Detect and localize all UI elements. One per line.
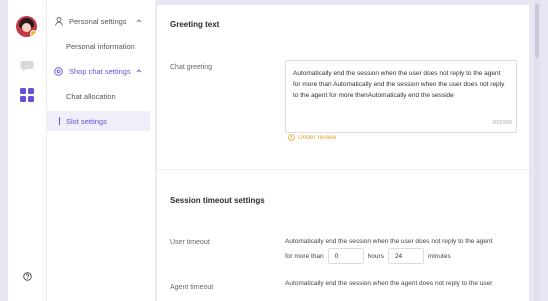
shop-settings-icon	[54, 66, 63, 76]
chat-greeting-textarea[interactable]: Automatically end the session when the u…	[285, 60, 517, 133]
sidebar-item-label: Chat allocation	[66, 91, 116, 101]
minutes-label: minutes	[427, 252, 451, 260]
scrollbar[interactable]	[534, 0, 540, 301]
sidebar-item-label: Slot settings	[66, 116, 107, 126]
chat-greeting-text: Automatically end the session when the u…	[293, 70, 505, 99]
chevron-up-icon	[135, 67, 143, 75]
apps-icon[interactable]	[18, 86, 36, 104]
scrollbar-thumb[interactable]	[535, 4, 539, 58]
sidebar-group-shop-chat-settings[interactable]: Shop chat settings	[47, 61, 155, 81]
chevron-up-icon	[135, 17, 143, 25]
timeout-section-title: Session timeout settings	[170, 196, 265, 205]
hours-input[interactable]: 0	[327, 248, 364, 264]
help-icon[interactable]	[19, 268, 35, 284]
avatar[interactable]	[16, 16, 37, 37]
sidebar-item-slot-settings[interactable]: Slot settings	[47, 111, 150, 131]
agent-timeout-description: Automatically end the session when the a…	[285, 280, 493, 287]
chat-icon[interactable]	[19, 58, 35, 74]
sidebar-item-personal-information[interactable]: Personal information	[47, 36, 150, 56]
user-timeout-controls: for more than 0 hours 24 minutes	[285, 248, 451, 264]
chat-greeting-label: Chat greeting	[170, 64, 213, 71]
review-status-text: Under review	[298, 134, 337, 141]
sidebar-group-personal-settings[interactable]: Personal settings	[47, 11, 155, 31]
sidebar-item-label: Personal information	[66, 41, 135, 51]
status-dot	[30, 30, 37, 37]
minutes-value: 24	[394, 252, 403, 260]
user-timeout-label: User timeout	[170, 239, 210, 246]
review-status: Under review	[288, 134, 336, 141]
agent-timeout-label: Agent timeout	[170, 284, 214, 291]
user-icon	[54, 16, 63, 26]
for-more-than-text: for more than	[285, 252, 324, 260]
hours-label: hours	[367, 252, 384, 260]
sidebar-item-chat-allocation[interactable]: Chat allocation	[47, 86, 150, 106]
clock-icon	[288, 134, 295, 141]
character-counter: 200/200	[492, 120, 512, 126]
main-content: Greeting text Chat greeting Automaticall…	[157, 5, 529, 301]
sidebar-divider	[155, 0, 156, 301]
sidebar-group-label: Personal settings	[69, 16, 127, 26]
minutes-input[interactable]: 24	[387, 248, 424, 264]
icon-rail	[8, 0, 46, 301]
hours-value: 0	[334, 252, 339, 260]
greeting-section-title: Greeting text	[170, 20, 220, 29]
user-timeout-description: Automatically end the session when the u…	[285, 238, 493, 245]
sidebar-group-label: Shop chat settings	[69, 66, 131, 76]
settings-sidebar: Personal settings Personal information S…	[47, 0, 155, 301]
section-divider	[157, 169, 529, 170]
